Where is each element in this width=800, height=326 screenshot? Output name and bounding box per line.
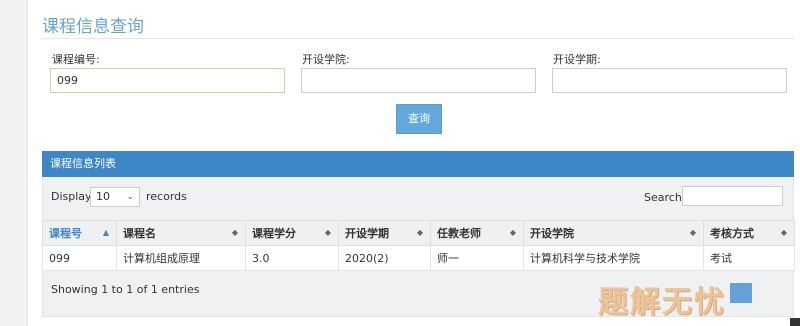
search-input[interactable] bbox=[682, 186, 783, 206]
table-row: 099 计算机组成原理 3.0 2020(2) 师一 计算机科学与技术学院 考试 bbox=[42, 245, 795, 271]
sort-both-icon: ◆ bbox=[324, 228, 331, 237]
cell-exam-type: 考试 bbox=[703, 245, 795, 271]
chevron-down-icon: ⌄ bbox=[126, 192, 134, 202]
column-header-course-name[interactable]: 课程名 ◆ bbox=[116, 220, 246, 246]
column-header-label: 开设学期 bbox=[345, 227, 389, 240]
cell-credits: 3.0 bbox=[245, 245, 339, 271]
column-header-label: 开设学院 bbox=[530, 227, 574, 240]
column-header-course-no[interactable]: 课程号 ▲ bbox=[42, 220, 117, 246]
column-header-label: 课程名 bbox=[123, 227, 156, 240]
title-divider bbox=[42, 38, 794, 39]
records-label: records bbox=[146, 190, 187, 203]
course-table: 课程号 ▲ 课程名 ◆ 课程学分 ◆ 开设学期 ◆ 任教老师 ◆ 开设学院 ◆ 考核方式 ◆ … bbox=[42, 220, 795, 271]
length-select-value: 10 bbox=[96, 190, 110, 203]
sort-both-icon: ◆ bbox=[689, 228, 696, 237]
cell-college: 计算机科学与技术学院 bbox=[523, 245, 704, 271]
column-header-exam-type[interactable]: 考核方式 ◆ bbox=[703, 220, 795, 246]
column-header-label: 任教老师 bbox=[437, 227, 481, 240]
cell-teacher: 师一 bbox=[430, 245, 524, 271]
panel-header: 课程信息列表 bbox=[42, 151, 794, 177]
college-label: 开设学院: bbox=[302, 53, 350, 66]
semester-label: 开设学期: bbox=[553, 53, 601, 66]
pagination-button[interactable] bbox=[730, 283, 752, 303]
sort-both-icon: ◆ bbox=[780, 228, 787, 237]
watermark-logo: 题解无忧 bbox=[598, 285, 726, 320]
column-header-teacher[interactable]: 任教老师 ◆ bbox=[430, 220, 524, 246]
table-header-row: 课程号 ▲ 课程名 ◆ 课程学分 ◆ 开设学期 ◆ 任教老师 ◆ 开设学院 ◆ 考核方式 ◆ bbox=[42, 220, 795, 246]
semester-input[interactable] bbox=[552, 68, 787, 93]
corner-scrollbar bbox=[790, 318, 800, 326]
length-select[interactable]: 10 ⌄ bbox=[90, 187, 140, 207]
column-header-semester[interactable]: 开设学期 ◆ bbox=[338, 220, 431, 246]
college-input[interactable] bbox=[301, 68, 536, 93]
course-no-input[interactable] bbox=[50, 68, 285, 93]
column-header-label: 课程学分 bbox=[252, 227, 296, 240]
cell-course-name: 计算机组成原理 bbox=[116, 245, 246, 271]
column-header-label: 课程号 bbox=[49, 227, 82, 240]
sort-both-icon: ◆ bbox=[416, 228, 423, 237]
search-label: Search: bbox=[644, 191, 686, 204]
column-header-college[interactable]: 开设学院 ◆ bbox=[523, 220, 704, 246]
sort-both-icon: ◆ bbox=[509, 228, 516, 237]
sort-asc-icon: ▲ bbox=[102, 228, 109, 237]
cell-semester: 2020(2) bbox=[338, 245, 431, 271]
left-gutter bbox=[0, 0, 28, 326]
display-label: Display bbox=[51, 190, 92, 203]
table-info: Showing 1 to 1 of 1 entries bbox=[51, 283, 200, 296]
column-header-credits[interactable]: 课程学分 ◆ bbox=[245, 220, 339, 246]
query-button[interactable]: 查询 bbox=[396, 104, 442, 134]
sort-both-icon: ◆ bbox=[231, 228, 238, 237]
column-header-label: 考核方式 bbox=[710, 227, 754, 240]
course-no-label: 课程编号: bbox=[52, 53, 100, 66]
page-title: 课程信息查询 bbox=[42, 17, 144, 37]
cell-course-no: 099 bbox=[42, 245, 117, 271]
